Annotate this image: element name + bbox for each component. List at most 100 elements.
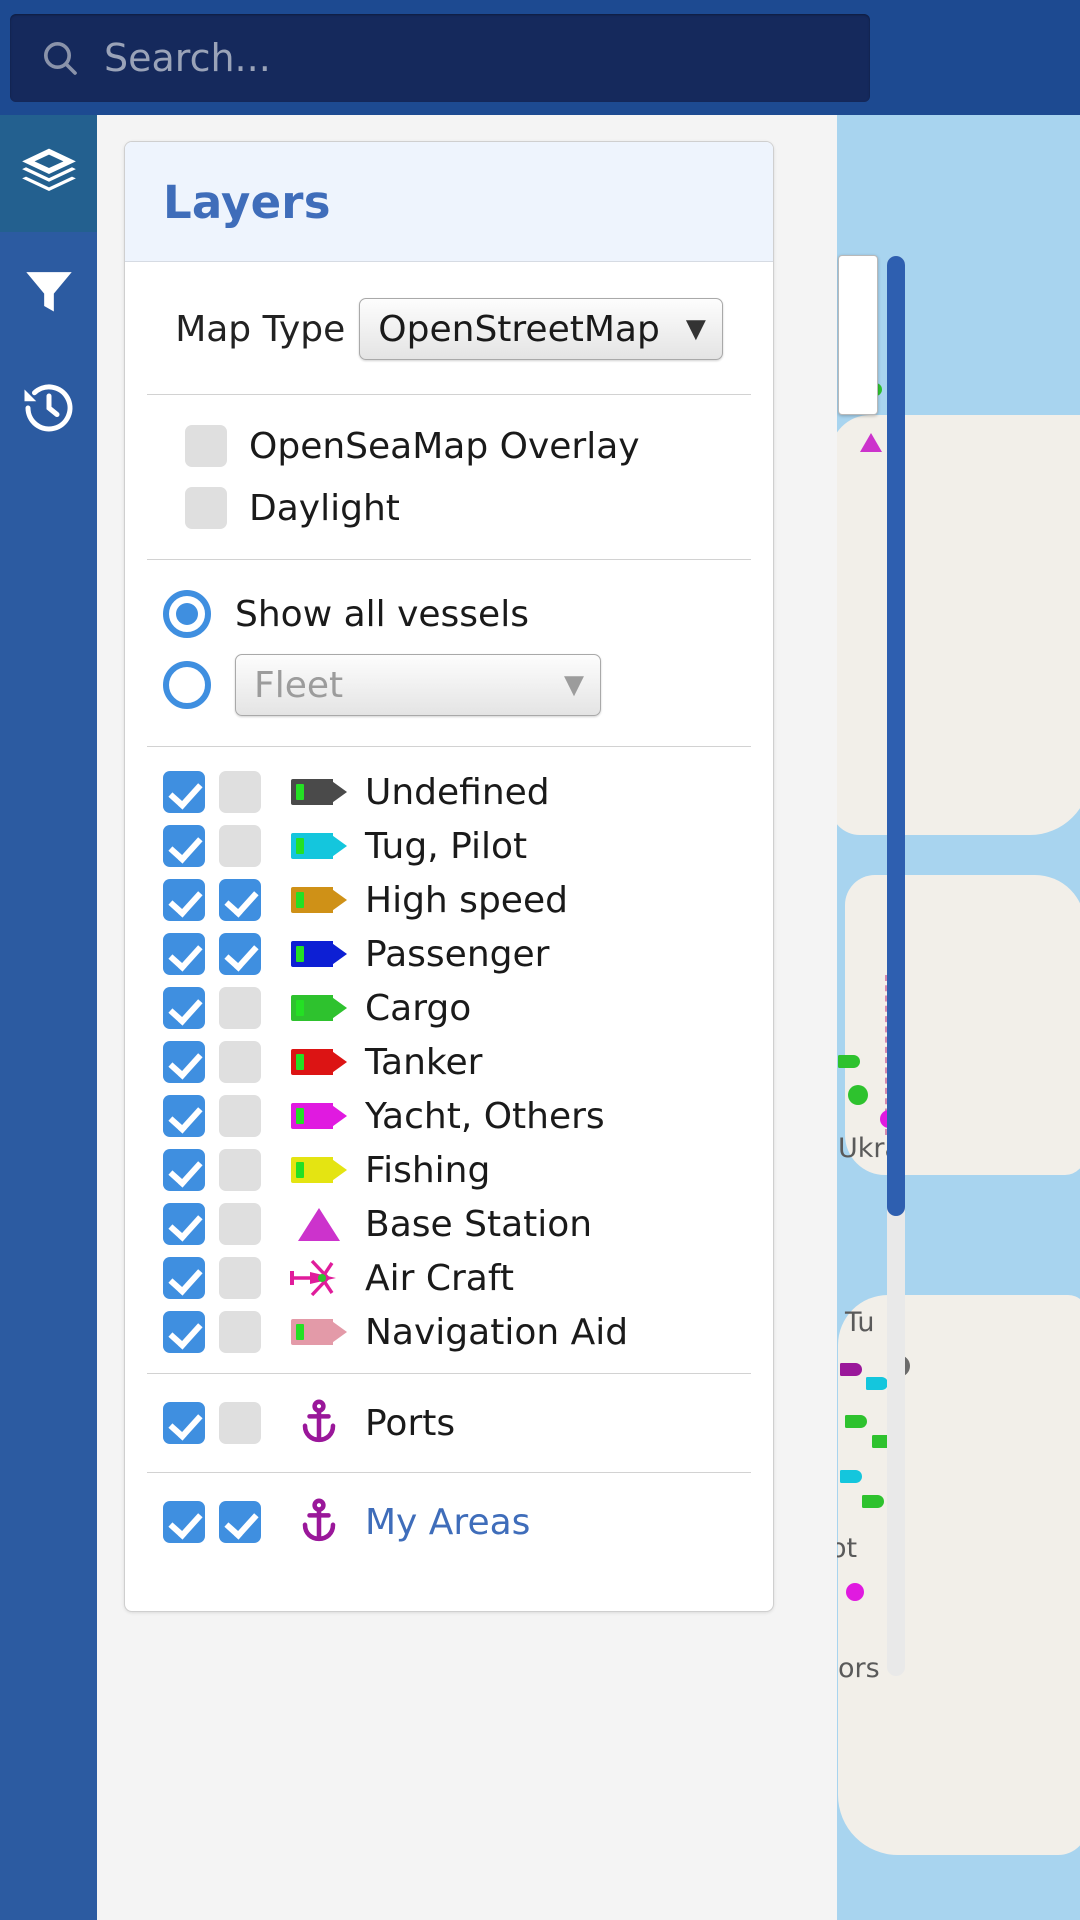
my-areas-visible-checkbox[interactable] bbox=[163, 1501, 205, 1543]
layers-icon bbox=[18, 143, 80, 205]
vessel-type-label: Tug, Pilot bbox=[365, 826, 527, 867]
history-icon bbox=[19, 378, 79, 438]
panel-scrollbar-thumb[interactable] bbox=[887, 256, 905, 1216]
map-vessel-marker[interactable] bbox=[845, 1415, 867, 1428]
daylight-checkbox[interactable] bbox=[185, 487, 227, 529]
table-row[interactable]: Yacht, Others bbox=[125, 1089, 773, 1143]
vessel-type-label: Navigation Aid bbox=[365, 1312, 628, 1353]
ports-visible-checkbox[interactable] bbox=[163, 1402, 205, 1444]
table-row[interactable]: Fishing bbox=[125, 1143, 773, 1197]
anchor-icon bbox=[287, 1502, 351, 1542]
ports-label-checkbox[interactable] bbox=[219, 1402, 261, 1444]
vessel-label-checkbox[interactable] bbox=[219, 879, 261, 921]
chevron-down-icon: ▼ bbox=[538, 672, 584, 698]
list-item[interactable]: My Areas bbox=[125, 1495, 773, 1549]
vessel-visible-checkbox[interactable] bbox=[163, 1041, 205, 1083]
table-row[interactable]: High speed bbox=[125, 873, 773, 927]
map-control-box[interactable] bbox=[838, 255, 878, 415]
map-place-label: ors bbox=[838, 1653, 880, 1684]
vessel-type-label: Cargo bbox=[365, 988, 471, 1029]
vessel-type-label: Yacht, Others bbox=[365, 1096, 605, 1137]
vessel-label-checkbox[interactable] bbox=[219, 1257, 261, 1299]
ship-icon bbox=[287, 1042, 351, 1082]
vessel-scope-options: Show all vessels Fleet ▼ bbox=[125, 560, 773, 746]
filter-icon bbox=[20, 262, 78, 320]
table-row[interactable]: Air Craft bbox=[125, 1251, 773, 1305]
vessel-visible-checkbox[interactable] bbox=[163, 933, 205, 975]
vessel-label-checkbox[interactable] bbox=[219, 1311, 261, 1353]
show-all-vessels-label: Show all vessels bbox=[235, 594, 529, 635]
overlay-row-daylight[interactable]: Daylight bbox=[147, 477, 751, 539]
vessel-type-label: Tanker bbox=[365, 1042, 482, 1083]
top-bar bbox=[0, 0, 1080, 115]
map-landmass bbox=[845, 875, 1080, 1175]
show-all-vessels-radio[interactable] bbox=[163, 590, 211, 638]
map-vessel-marker[interactable] bbox=[840, 1363, 862, 1376]
table-row[interactable]: Tug, Pilot bbox=[125, 819, 773, 873]
vessel-label-checkbox[interactable] bbox=[219, 1041, 261, 1083]
overlay-row-openseamap[interactable]: OpenSeaMap Overlay bbox=[147, 415, 751, 477]
map-vessel-marker[interactable] bbox=[840, 1470, 862, 1483]
map-type-row: Map Type OpenStreetMap ▼ bbox=[125, 262, 773, 394]
my-areas-label[interactable]: My Areas bbox=[365, 1502, 530, 1543]
fleet-radio[interactable] bbox=[163, 661, 211, 709]
vessel-visible-checkbox[interactable] bbox=[163, 1257, 205, 1299]
ship-icon bbox=[287, 772, 351, 812]
table-row[interactable]: Undefined bbox=[125, 765, 773, 819]
map-point-marker[interactable] bbox=[848, 1085, 868, 1105]
map-vessel-marker[interactable] bbox=[862, 1495, 884, 1508]
map-base-station-marker[interactable] bbox=[860, 433, 882, 452]
my-areas-label-checkbox[interactable] bbox=[219, 1501, 261, 1543]
layers-panel-screen: Ukra Tu ot ors bbox=[0, 0, 1080, 1920]
search-input[interactable] bbox=[104, 36, 870, 80]
vessel-visible-checkbox[interactable] bbox=[163, 987, 205, 1029]
map-point-marker[interactable] bbox=[846, 1583, 864, 1601]
chevron-down-icon: ▼ bbox=[660, 316, 706, 342]
table-row[interactable]: Tanker bbox=[125, 1035, 773, 1089]
vessel-type-list: Undefined Tug, Pilot bbox=[125, 747, 773, 1373]
map-vessel-marker[interactable] bbox=[838, 1055, 860, 1068]
map-type-select[interactable]: OpenStreetMap ▼ bbox=[359, 298, 723, 360]
vessel-type-label: Air Craft bbox=[365, 1258, 514, 1299]
vessel-visible-checkbox[interactable] bbox=[163, 1311, 205, 1353]
fleet-placeholder: Fleet bbox=[254, 665, 343, 706]
map-place-label: Tu bbox=[845, 1307, 875, 1338]
list-item[interactable]: Ports bbox=[125, 1396, 773, 1450]
overlay-label: Daylight bbox=[249, 488, 400, 529]
sidebar-item-layers[interactable] bbox=[0, 115, 97, 232]
vessel-type-label: High speed bbox=[365, 880, 568, 921]
table-row[interactable]: Passenger bbox=[125, 927, 773, 981]
ship-icon bbox=[287, 880, 351, 920]
vessel-visible-checkbox[interactable] bbox=[163, 825, 205, 867]
vessel-visible-checkbox[interactable] bbox=[163, 1203, 205, 1245]
vessel-visible-checkbox[interactable] bbox=[163, 1149, 205, 1191]
vessel-visible-checkbox[interactable] bbox=[163, 771, 205, 813]
vessel-label-checkbox[interactable] bbox=[219, 933, 261, 975]
anchor-icon bbox=[287, 1403, 351, 1443]
vessel-label-checkbox[interactable] bbox=[219, 1095, 261, 1137]
radio-row-show-all-vessels[interactable]: Show all vessels bbox=[125, 582, 773, 646]
vessel-visible-checkbox[interactable] bbox=[163, 1095, 205, 1137]
vessel-label-checkbox[interactable] bbox=[219, 825, 261, 867]
vessel-label-checkbox[interactable] bbox=[219, 1203, 261, 1245]
sidebar-item-filter[interactable] bbox=[0, 232, 97, 349]
my-areas-section: My Areas bbox=[125, 1473, 773, 1583]
fleet-select[interactable]: Fleet ▼ bbox=[235, 654, 601, 716]
table-row[interactable]: Base Station bbox=[125, 1197, 773, 1251]
vessel-label-checkbox[interactable] bbox=[219, 987, 261, 1029]
map-vessel-marker[interactable] bbox=[866, 1377, 888, 1390]
sidebar-item-history[interactable] bbox=[0, 349, 97, 466]
openseamap-overlay-checkbox[interactable] bbox=[185, 425, 227, 467]
vessel-label-checkbox[interactable] bbox=[219, 771, 261, 813]
table-row[interactable]: Cargo bbox=[125, 981, 773, 1035]
page-title: Layers bbox=[163, 176, 735, 229]
aircraft-icon bbox=[287, 1258, 351, 1298]
vessel-visible-checkbox[interactable] bbox=[163, 879, 205, 921]
vessel-type-label: Base Station bbox=[365, 1204, 592, 1245]
search-bar[interactable] bbox=[10, 14, 870, 102]
radio-row-fleet[interactable]: Fleet ▼ bbox=[125, 646, 773, 724]
vessel-label-checkbox[interactable] bbox=[219, 1149, 261, 1191]
panel-area: Layers Map Type OpenStreetMap ▼ Open bbox=[97, 115, 837, 1920]
table-row[interactable]: Navigation Aid bbox=[125, 1305, 773, 1359]
ship-icon bbox=[287, 1096, 351, 1136]
